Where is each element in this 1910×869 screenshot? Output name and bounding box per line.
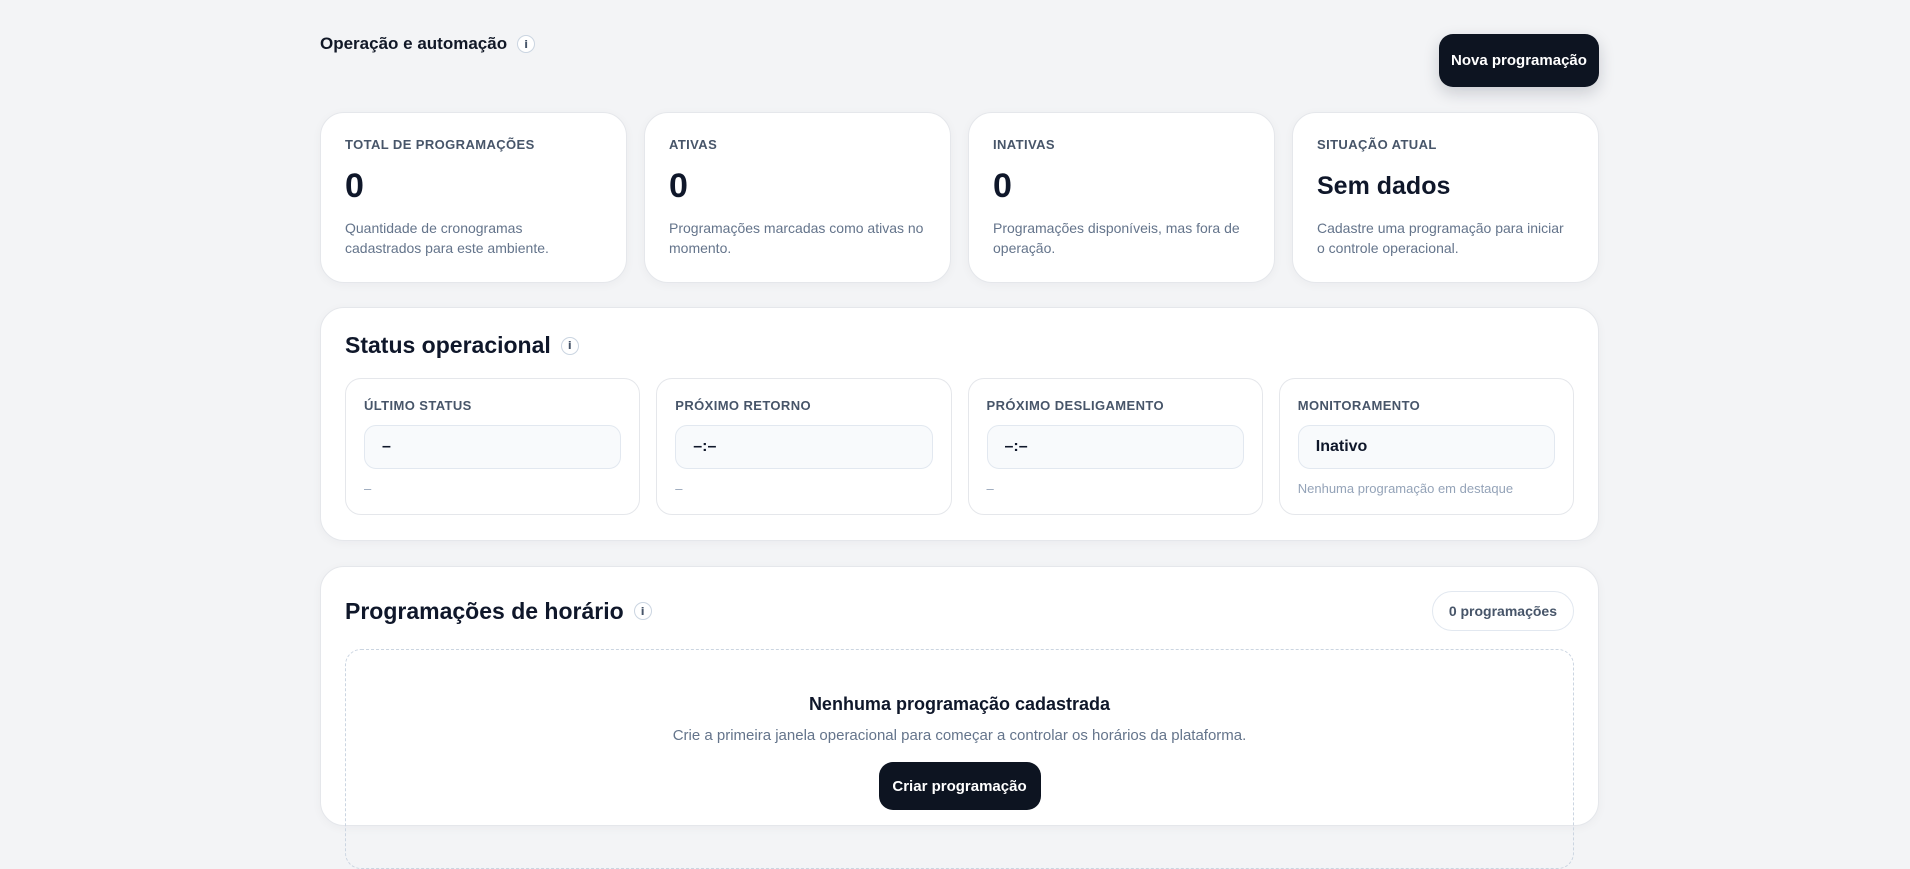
status-title: Status operacional — [345, 332, 551, 358]
metric-label: SITUAÇÃO ATUAL — [1317, 137, 1437, 152]
new-schedule-button[interactable]: Nova programação — [1439, 34, 1599, 87]
schedules-card: Programações de horário i 0 programações… — [320, 566, 1599, 869]
status-value: –:– — [675, 425, 933, 469]
info-icon[interactable]: i — [633, 602, 652, 620]
section-title: Programações de horário i — [345, 598, 652, 625]
schedules-title: Programações de horário — [345, 597, 624, 624]
page-title: Operação e automação i — [320, 34, 536, 54]
info-icon[interactable]: i — [560, 336, 579, 355]
status-value: –:– — [986, 425, 1244, 469]
metric-description: Programações disponíveis, mas fora de op… — [993, 220, 1240, 256]
schedules-header: Programações de horário i 0 programações — [345, 591, 1574, 631]
status-grid: ÚLTIMO STATUS – – PRÓXIMO RETORNO –:– – … — [345, 378, 1574, 515]
metric-value: 0 — [345, 167, 364, 205]
status-label: MONITORAMENTO — [1297, 398, 1421, 413]
status-subtext: – — [986, 481, 994, 496]
metric-card-inactive: INATIVAS 0 Programações disponíveis, mas… — [968, 112, 1275, 283]
empty-state: Nenhuma programação cadastrada Crie a pr… — [345, 649, 1574, 869]
empty-state-title: Nenhuma programação cadastrada — [808, 694, 1111, 714]
operational-status-card: Status operacional i ÚLTIMO STATUS – – P… — [320, 307, 1599, 541]
status-label: PRÓXIMO RETORNO — [675, 398, 812, 413]
section-title: Status operacional i — [345, 332, 1574, 359]
status-box-monitoring: MONITORAMENTO Inativo Nenhuma programaçã… — [1278, 378, 1574, 515]
metric-card-active: ATIVAS 0 Programações marcadas como ativ… — [644, 112, 951, 283]
page-title-text: Operação e automação — [320, 34, 508, 53]
status-label: ÚLTIMO STATUS — [364, 398, 472, 413]
status-box-next-shutdown: PRÓXIMO DESLIGAMENTO –:– – — [967, 378, 1263, 515]
status-box-next-return: PRÓXIMO RETORNO –:– – — [656, 378, 952, 515]
metric-description: Programações marcadas como ativas no mom… — [669, 220, 924, 256]
metric-value: 0 — [669, 167, 688, 205]
status-label: PRÓXIMO DESLIGAMENTO — [986, 398, 1164, 413]
status-subtext: – — [364, 481, 372, 496]
metric-value: Sem dados — [1317, 172, 1451, 200]
metric-label: ATIVAS — [669, 137, 718, 152]
create-schedule-button[interactable]: Criar programação — [878, 762, 1041, 810]
metric-description: Cadastre uma programação para iniciar o … — [1317, 220, 1564, 256]
status-box-last-status: ÚLTIMO STATUS – – — [345, 378, 641, 515]
status-value: Inativo — [1297, 425, 1555, 469]
metric-label: INATIVAS — [993, 137, 1055, 152]
metric-description: Quantidade de cronogramas cadastrados pa… — [345, 220, 549, 256]
empty-state-description: Crie a primeira janela operacional para … — [672, 727, 1247, 744]
info-icon[interactable]: i — [517, 35, 536, 53]
metric-label: TOTAL DE PROGRAMAÇÕES — [345, 137, 535, 152]
status-subtext: – — [675, 481, 683, 496]
status-value: – — [364, 425, 622, 469]
schedule-count-badge: 0 programações — [1431, 591, 1574, 631]
metric-value: 0 — [993, 167, 1012, 205]
metric-card-total: TOTAL DE PROGRAMAÇÕES 0 Quantidade de cr… — [320, 112, 627, 283]
metric-card-situation: SITUAÇÃO ATUAL Sem dados Cadastre uma pr… — [1292, 112, 1599, 283]
status-subtext: Nenhuma programação em destaque — [1297, 481, 1514, 496]
